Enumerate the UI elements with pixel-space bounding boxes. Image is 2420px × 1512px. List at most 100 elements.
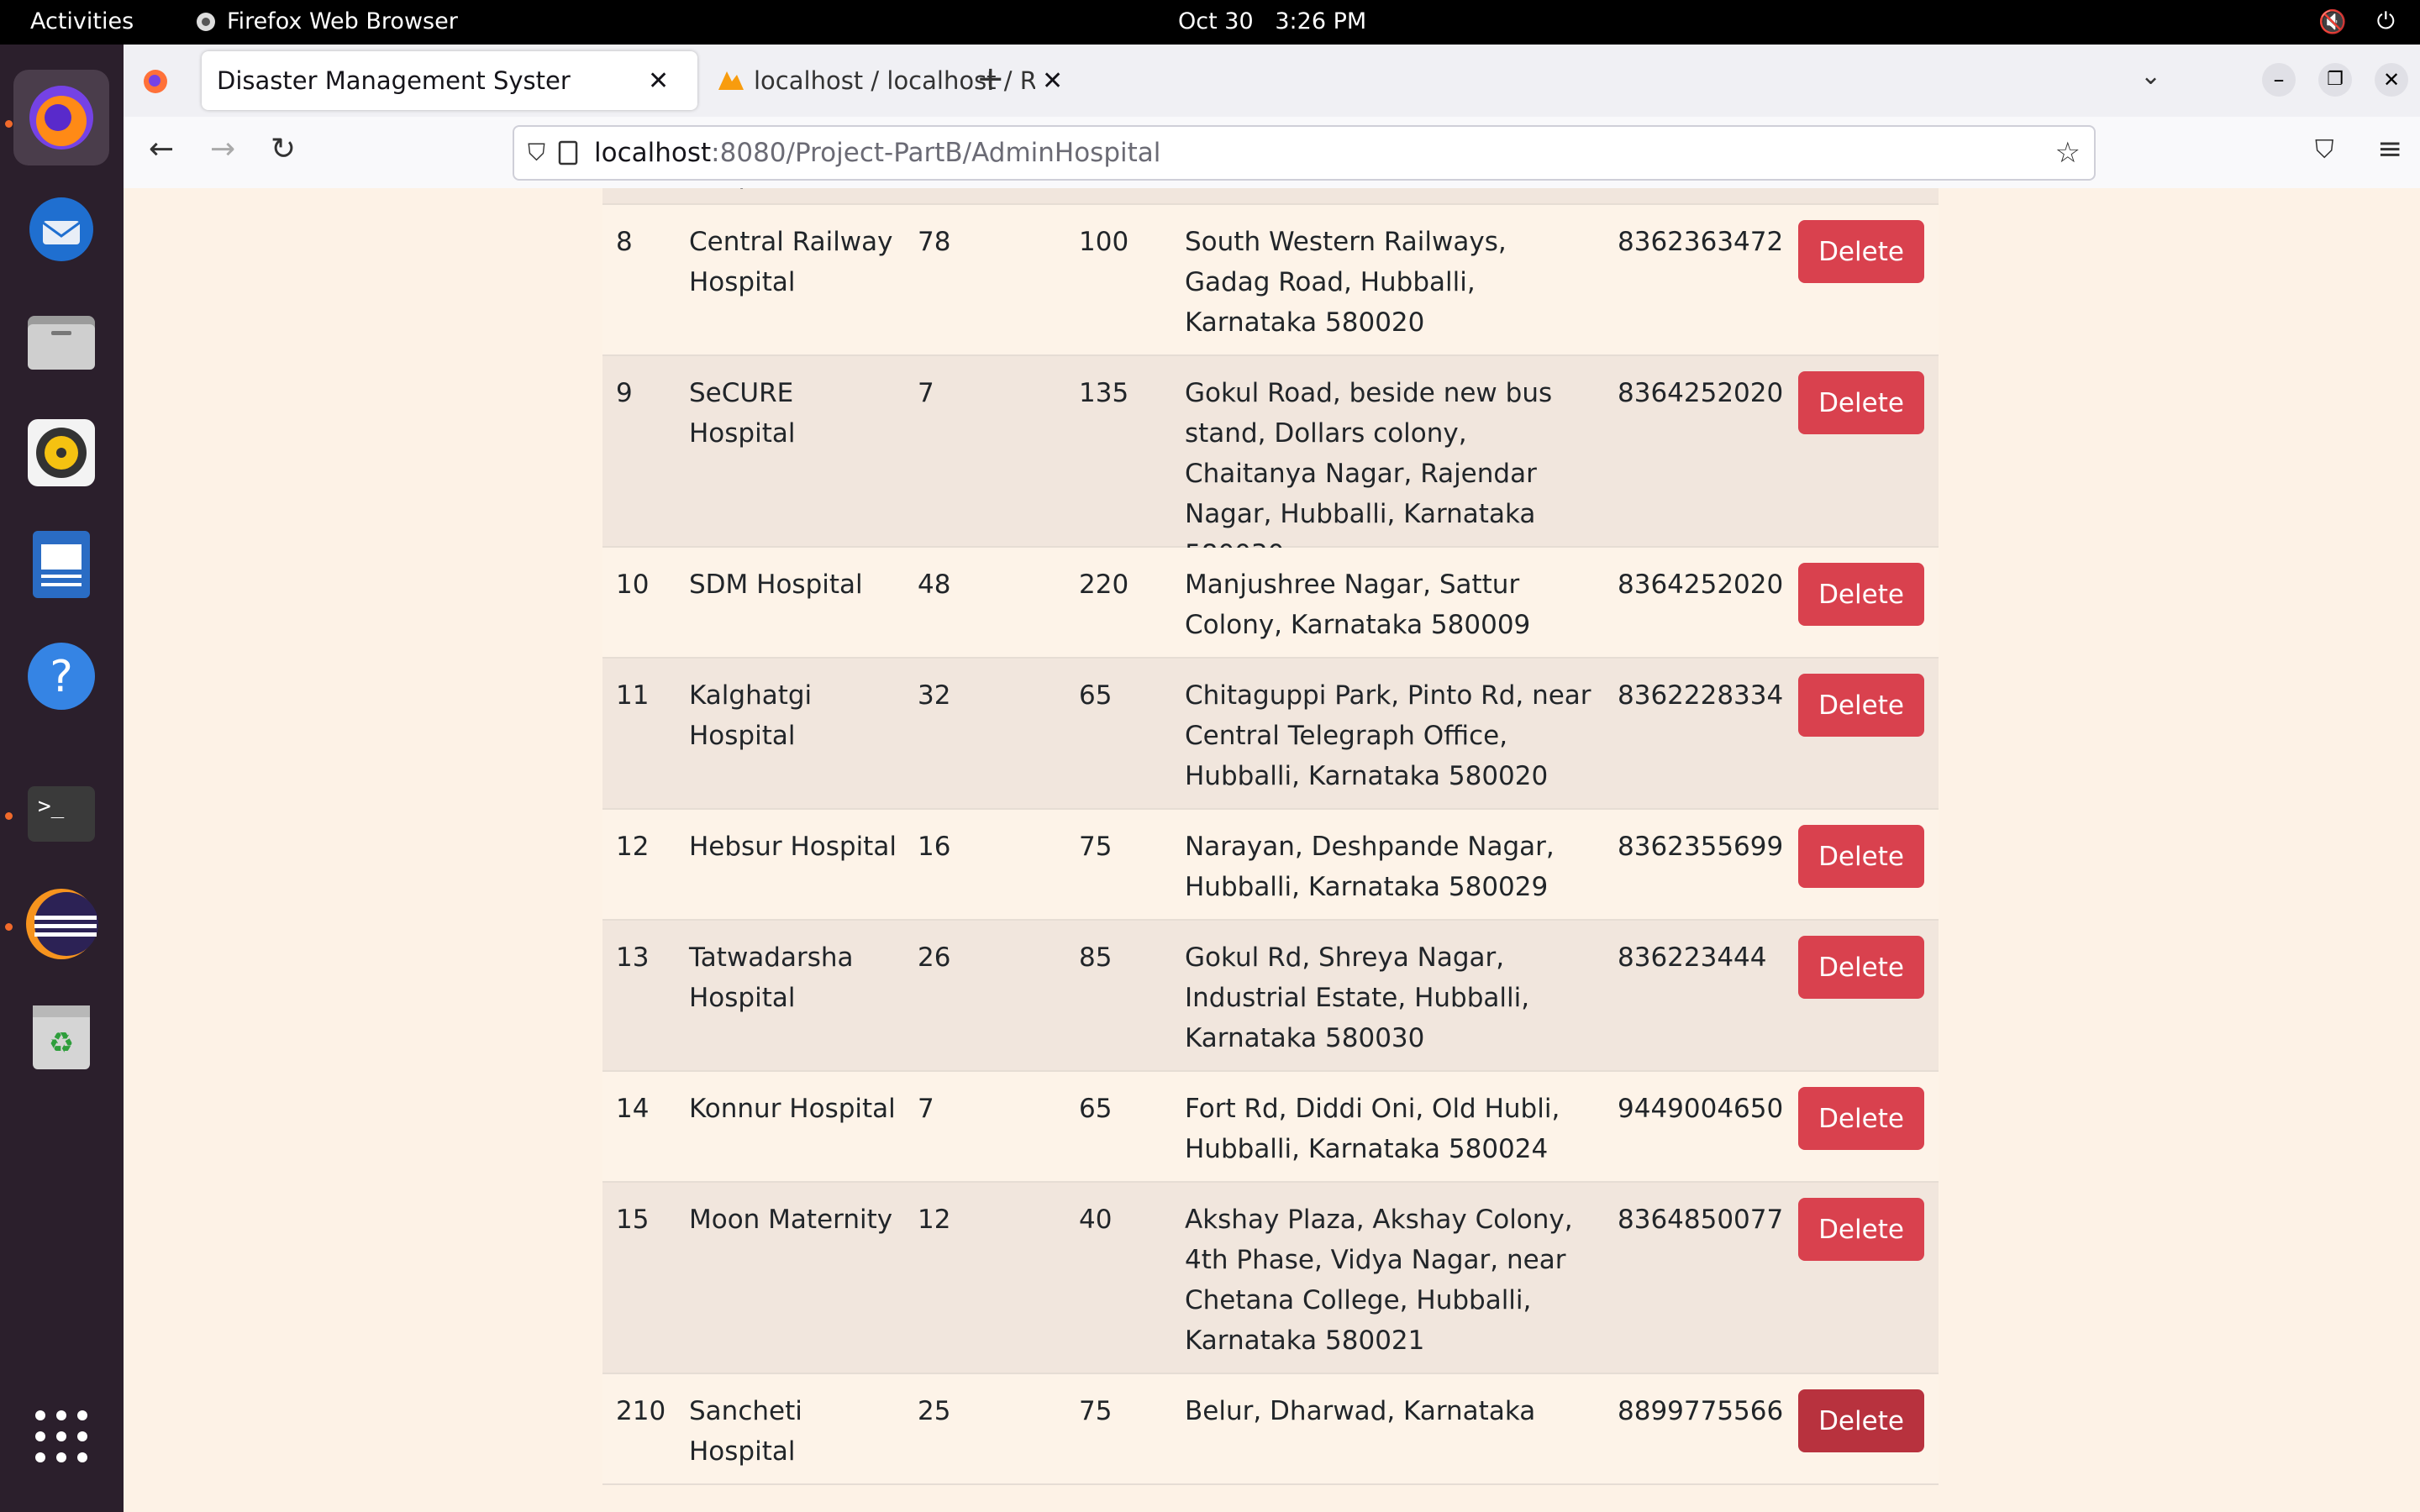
hospital-value-a: 32 xyxy=(918,680,951,711)
hospital-id: 9 xyxy=(616,378,633,408)
table-row: 9 SeCURE Hospital 7 135 Gokul Road, beside n… xyxy=(602,356,1939,570)
hospital-phone: 8362228334 xyxy=(1618,680,1784,711)
hospital-address: Narayan, Deshpande Nagar, Hubballi, Karn… xyxy=(1185,832,1555,902)
hospital-value-a: 78 xyxy=(918,227,951,257)
pocket-icon[interactable]: ⛉ xyxy=(2315,135,2334,165)
shield-icon[interactable]: ⛉ xyxy=(528,139,545,167)
trash-dock-icon[interactable]: ♻ xyxy=(13,988,109,1084)
hospital-value-b: 65 xyxy=(1079,1094,1113,1124)
delete-button[interactable]: Delete xyxy=(1798,1198,1924,1261)
hospital-value-a: 48 xyxy=(918,570,951,600)
running-indicator xyxy=(5,812,13,820)
terminal-dock-icon[interactable]: >_ xyxy=(13,765,109,861)
svg-text:?: ? xyxy=(50,652,73,702)
delete-button[interactable]: Delete xyxy=(1798,1087,1924,1150)
hospital-name: SeCURE Hospital xyxy=(689,378,796,449)
hospital-value-b: 75 xyxy=(1079,1396,1113,1426)
delete-button[interactable]: Delete xyxy=(1798,674,1924,737)
hospital-value-a: 26 xyxy=(918,942,951,973)
tab-phpmyadmin[interactable]: localhost / localhost / Res ✕ xyxy=(703,51,1073,110)
bookmark-star-icon[interactable]: ☆ xyxy=(2055,136,2081,170)
thunderbird-dock-icon[interactable] xyxy=(13,181,109,277)
hospital-id: 210 xyxy=(616,1396,666,1426)
table-row: 12 Hebsur Hospital 16 75 Narayan, Deshpande … xyxy=(602,810,1939,921)
firefox-view-icon[interactable] xyxy=(142,68,169,95)
hospital-phone: 8362355699 xyxy=(1618,832,1784,862)
hospital-value-a: 7 xyxy=(918,378,934,408)
firefox-small-icon xyxy=(197,12,215,31)
hospital-address: Akshay Plaza, Akshay Colony, 4th Phase, … xyxy=(1185,1205,1573,1356)
minimize-button[interactable]: – xyxy=(2262,63,2296,97)
eclipse-dock-icon[interactable] xyxy=(13,876,109,972)
hospital-address: Belur, Dharwad, Karnataka xyxy=(1185,1396,1536,1426)
delete-button[interactable]: Delete xyxy=(1798,563,1924,626)
back-arrow-icon[interactable]: ← xyxy=(149,132,174,166)
table-row: 10 SDM Hospital 48 220 Manjushree Nagar, Sat… xyxy=(602,548,1939,659)
svg-text:♻: ♻ xyxy=(49,1026,74,1060)
delete-button[interactable]: Delete xyxy=(1798,371,1924,434)
hospital-name: SDM Hospital xyxy=(689,570,863,600)
hospital-value-b: 40 xyxy=(1079,1205,1113,1235)
url-text: localhost:8080/Project-PartB/AdminHospit… xyxy=(594,138,1161,168)
page-info-icon[interactable] xyxy=(557,140,579,165)
power-icon: ⏻ xyxy=(2376,8,2395,34)
hospital-phone: 9449004650 xyxy=(1618,1094,1784,1124)
hospital-value-a: 25 xyxy=(918,1396,951,1426)
svg-text:>_: >_ xyxy=(38,794,65,819)
clock[interactable]: Oct 30 3:26 PM xyxy=(1178,8,1366,34)
hospital-value-b: 75 xyxy=(1079,832,1113,862)
firefox-dock-icon[interactable] xyxy=(13,70,109,165)
hospital-name: Konnur Hospital xyxy=(689,1094,896,1124)
navigation-toolbar: ← → ↻ ⛉ localhost:8080/Project-PartB/Adm… xyxy=(124,117,2420,190)
maximize-button[interactable]: ❐ xyxy=(2318,63,2352,97)
app-menu[interactable]: Firefox Web Browser xyxy=(195,8,458,34)
hospital-name: Tatwadarsha Hospital xyxy=(689,942,854,1013)
show-apps-grid-icon[interactable] xyxy=(13,1389,109,1484)
files-dock-icon[interactable] xyxy=(13,293,109,389)
help-dock-icon[interactable]: ? xyxy=(13,628,109,724)
system-tray[interactable]: 🔇 ⏻ xyxy=(2318,8,2395,35)
hospital-value-a: 7 xyxy=(918,1094,934,1124)
dock: ? >_ ♻ xyxy=(0,45,124,1512)
hospital-id: 12 xyxy=(616,832,650,862)
hospital-value-b: 100 xyxy=(1079,227,1129,257)
delete-button[interactable]: Delete xyxy=(1798,825,1924,888)
phpmyadmin-icon xyxy=(718,71,744,90)
hospital-id: 8 xyxy=(616,227,633,257)
hospital-phone: 8364252020 xyxy=(1618,570,1784,600)
close-window-button[interactable]: ✕ xyxy=(2375,63,2408,97)
table-row: 15 Moon Maternity 12 40 Akshay Plaza, Akshay… xyxy=(602,1183,1939,1374)
menu-hamburger-icon[interactable]: ≡ xyxy=(2377,132,2402,166)
hospital-id: 10 xyxy=(616,570,650,600)
hospital-name: Hebsur Hospital xyxy=(689,832,897,862)
tab-disaster-management[interactable]: Disaster Management Syster ✕ xyxy=(202,51,697,110)
forward-arrow-icon[interactable]: → xyxy=(210,132,235,166)
activities-button[interactable]: Activities xyxy=(30,8,134,34)
hospital-id: 13 xyxy=(616,942,650,973)
table-row: 11 Kalghatgi Hospital 32 65 Chitaguppi Park,… xyxy=(602,659,1939,810)
close-tab-icon[interactable]: ✕ xyxy=(648,66,669,96)
delete-button[interactable]: Delete xyxy=(1798,220,1924,283)
writer-dock-icon[interactable] xyxy=(13,517,109,612)
rhythmbox-dock-icon[interactable] xyxy=(13,405,109,501)
app-name: Firefox Web Browser xyxy=(227,8,458,34)
close-tab-icon[interactable]: ✕ xyxy=(1042,66,1063,96)
delete-button[interactable]: Delete xyxy=(1798,936,1924,999)
hospital-address: Gokul Road, beside new bus stand, Dollar… xyxy=(1185,378,1553,570)
hospital-name: Sancheti Hospital xyxy=(689,1396,802,1467)
list-tabs-chevron-icon[interactable]: ⌄ xyxy=(2140,61,2161,91)
hospital-address: Chitaguppi Park, Pinto Rd, near Central … xyxy=(1185,680,1591,791)
hospital-name: Moon Maternity xyxy=(689,1205,893,1235)
table-row: Hospital Karnataka 580029 xyxy=(602,188,1939,205)
delete-button[interactable]: Delete xyxy=(1798,1389,1924,1452)
hospital-name: Hospital xyxy=(689,188,908,195)
reload-icon[interactable]: ↻ xyxy=(271,132,296,166)
page-content: Hospital Karnataka 580029 8 Central Railw… xyxy=(124,188,2420,1512)
hospital-value-a: 12 xyxy=(918,1205,951,1235)
hospital-phone: 8364850077 xyxy=(1618,1205,1784,1235)
new-tab-button[interactable]: + xyxy=(976,60,1005,98)
hospital-table: Hospital Karnataka 580029 8 Central Railw… xyxy=(602,188,1939,1485)
url-bar[interactable]: ⛉ localhost:8080/Project-PartB/AdminHosp… xyxy=(513,125,2096,181)
hospital-value-b: 220 xyxy=(1079,570,1129,600)
hospital-address: South Western Railways, Gadag Road, Hubb… xyxy=(1185,227,1507,338)
